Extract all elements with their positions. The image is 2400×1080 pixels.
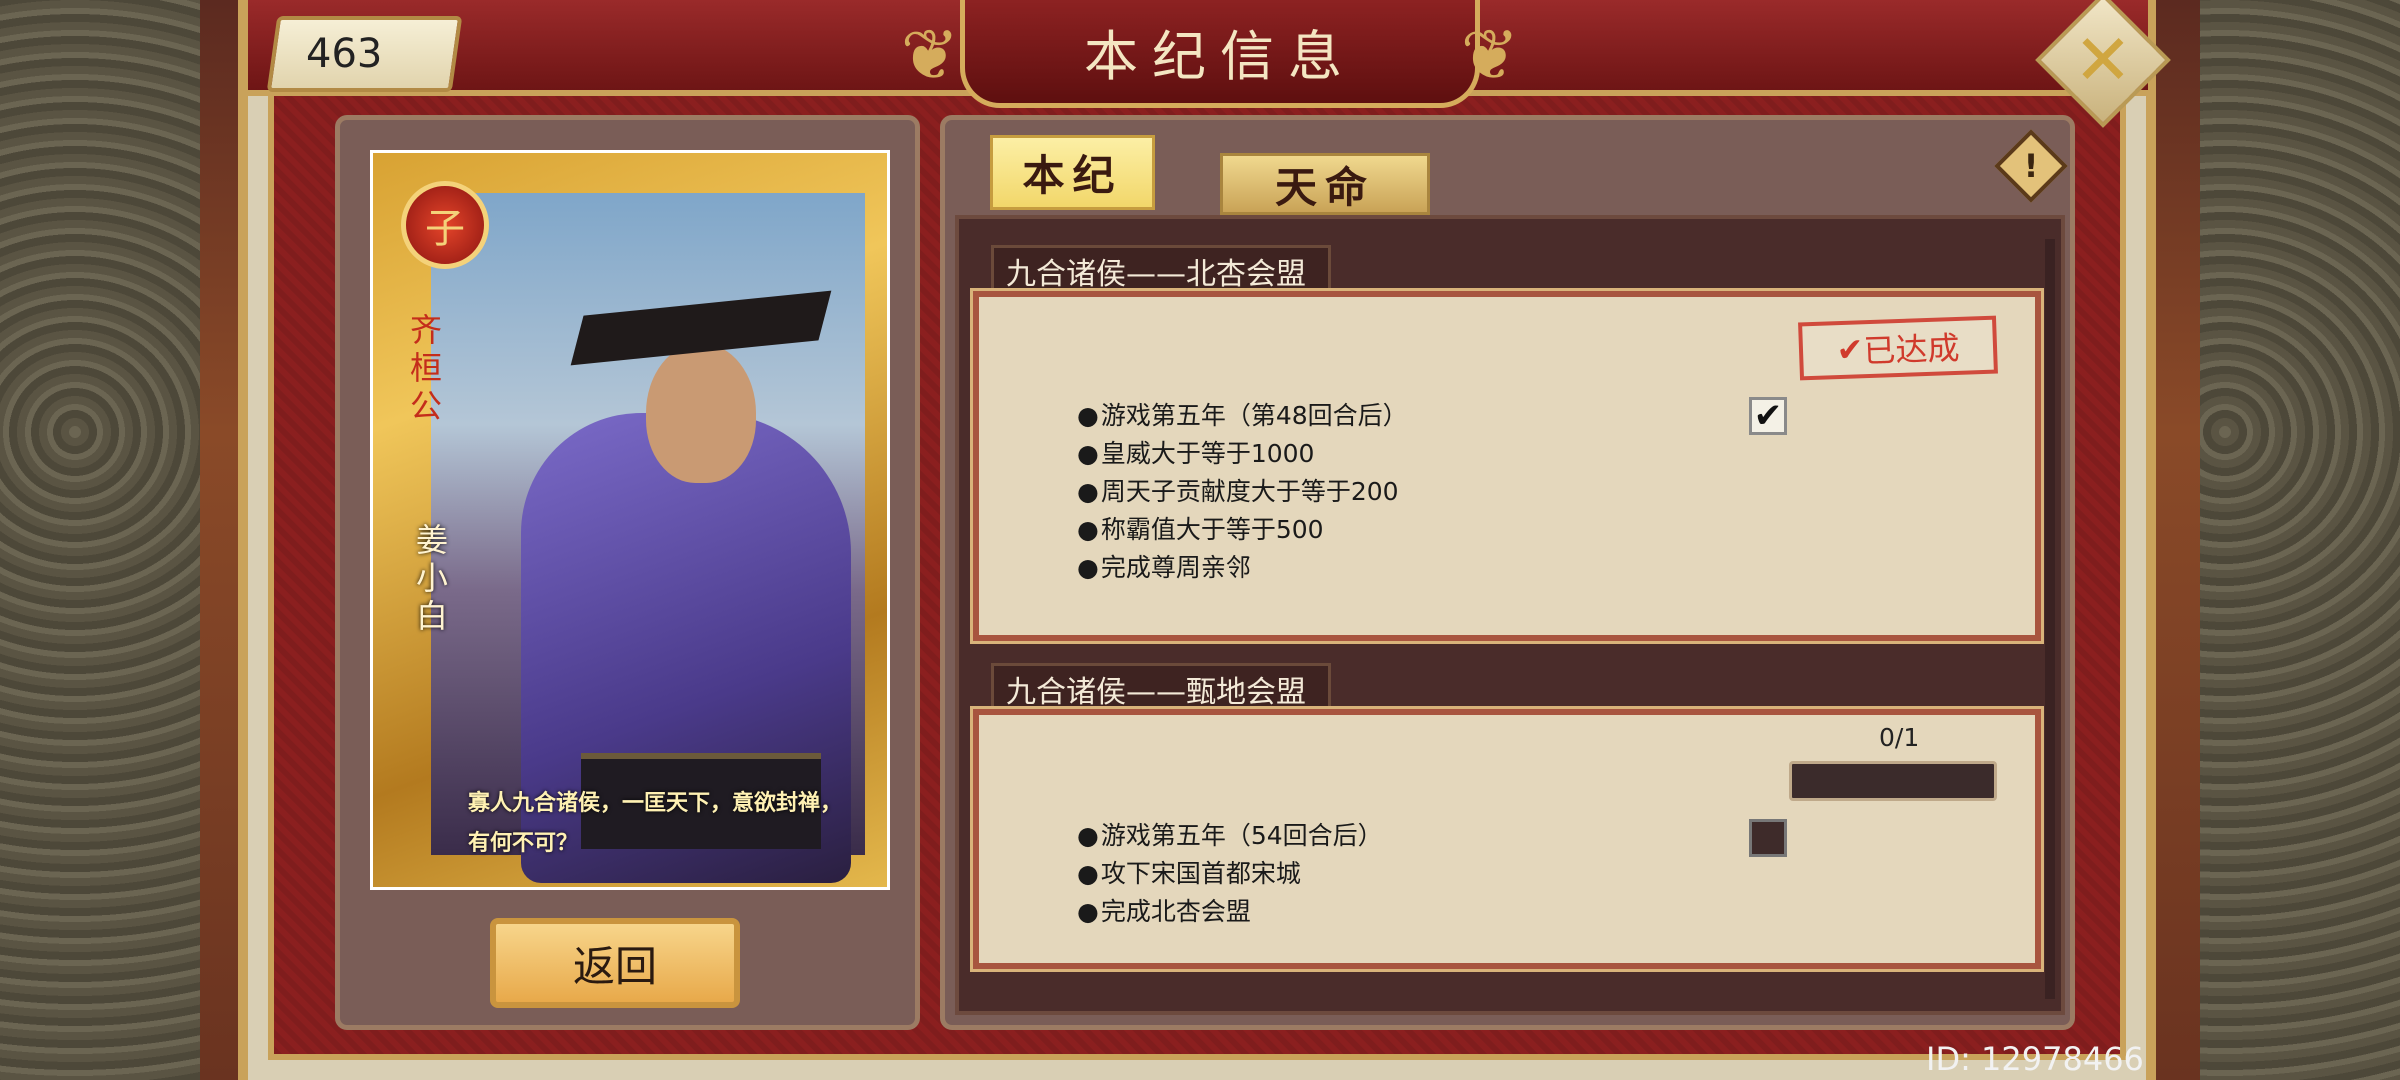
condition-item: 称霸值大于等于500 xyxy=(1077,511,1408,549)
return-button[interactable]: 返回 xyxy=(490,918,740,1008)
condition-item: 完成尊周亲邻 xyxy=(1077,549,1408,587)
character-title: 齐桓公 xyxy=(405,313,443,427)
info-button[interactable]: ! xyxy=(1994,129,2068,203)
portrait-head xyxy=(646,343,756,483)
quest-card: ✔ 已达成 游戏第五年（第48回合后） 皇威大于等于1000 周天子贡献度大于等… xyxy=(970,288,2044,644)
character-quote: 寡人九合诸侯，一匡天下，意欲封禅，有何不可？ xyxy=(468,790,843,856)
condition-checkbox: ✔ xyxy=(1749,397,1787,435)
condition-item: 皇威大于等于1000 xyxy=(1077,435,1408,473)
return-button-label: 返回 xyxy=(572,941,657,991)
condition-list: 游戏第五年（第48回合后） 皇威大于等于1000 周天子贡献度大于等于200 称… xyxy=(1077,397,1408,587)
quest-card: 0/1 游戏第五年（54回合后） 攻下宋国首都宋城 完成北杏会盟 xyxy=(970,706,2044,972)
rank-badge-char: 子 xyxy=(425,206,465,252)
condition-item: 完成北杏会盟 xyxy=(1077,893,1383,931)
character-panel: 子 齐桓公 姜小白 寡人九合诸侯，一匡天下，意欲封禅，有何不可？ 返回 xyxy=(335,115,920,1030)
condition-item: 周天子贡献度大于等于200 xyxy=(1077,473,1408,511)
quest-title: 九合诸侯——北杏会盟 xyxy=(991,245,1331,293)
tab-tianming[interactable]: 天命 xyxy=(1220,153,1430,215)
tab-benji-label: 本纪 xyxy=(1022,151,1123,200)
condition-item: 游戏第五年（54回合后） xyxy=(1077,817,1383,855)
condition-checkbox xyxy=(1749,819,1787,857)
chronicle-panel: 本纪 天命 ! 九合诸侯——北杏会盟 ✔ 已达成 游戏第五年（第48回合后） 皇… xyxy=(940,115,2075,1030)
character-portrait xyxy=(431,193,865,883)
left-swirl-ornament: ❦ xyxy=(900,14,960,96)
completed-stamp: ✔ 已达成 xyxy=(1798,315,1998,381)
counter-value: 463 xyxy=(306,31,383,77)
condition-list: 游戏第五年（54回合后） 攻下宋国首都宋城 完成北杏会盟 xyxy=(1077,817,1383,931)
progress-text: 0/1 xyxy=(1879,723,1920,752)
condition-item: 游戏第五年（第48回合后） xyxy=(1077,397,1408,435)
tab-tianming-label: 天命 xyxy=(1274,162,1375,212)
page-title: 本纪信息 xyxy=(960,0,1480,108)
page-title-text: 本纪信息 xyxy=(1084,25,1356,88)
character-name: 姜小白 xyxy=(411,523,449,637)
exclamation-icon: ! xyxy=(2023,147,2039,185)
scrollbar[interactable] xyxy=(2045,239,2055,999)
rank-badge-icon: 子 xyxy=(401,181,489,269)
tab-benji[interactable]: 本纪 xyxy=(990,135,1155,210)
stamp-text: 已达成 xyxy=(1862,328,1961,371)
quest-item: 九合诸侯——甄地会盟 0/1 游戏第五年（54回合后） 攻下宋国首都宋城 完成北… xyxy=(970,663,2044,1003)
right-swirl-ornament: ❦ xyxy=(1460,14,1520,96)
player-id: ID: 12978466 xyxy=(1926,1040,2144,1078)
quest-title: 九合诸侯——甄地会盟 xyxy=(991,663,1331,711)
checkmark-icon: ✔ xyxy=(1753,396,1783,436)
quest-item: 九合诸侯——北杏会盟 ✔ 已达成 游戏第五年（第48回合后） 皇威大于等于100… xyxy=(970,245,2044,645)
resource-counter: 463 xyxy=(266,16,463,92)
character-card: 子 齐桓公 姜小白 寡人九合诸侯，一匡天下，意欲封禅，有何不可？ xyxy=(370,150,890,890)
close-icon: ✕ xyxy=(2073,19,2133,101)
condition-item: 攻下宋国首都宋城 xyxy=(1077,855,1383,893)
checkmark-icon: ✔ xyxy=(1835,330,1865,370)
progress-bar xyxy=(1789,761,1997,801)
quest-list[interactable]: 九合诸侯——北杏会盟 ✔ 已达成 游戏第五年（第48回合后） 皇威大于等于100… xyxy=(955,215,2065,1015)
